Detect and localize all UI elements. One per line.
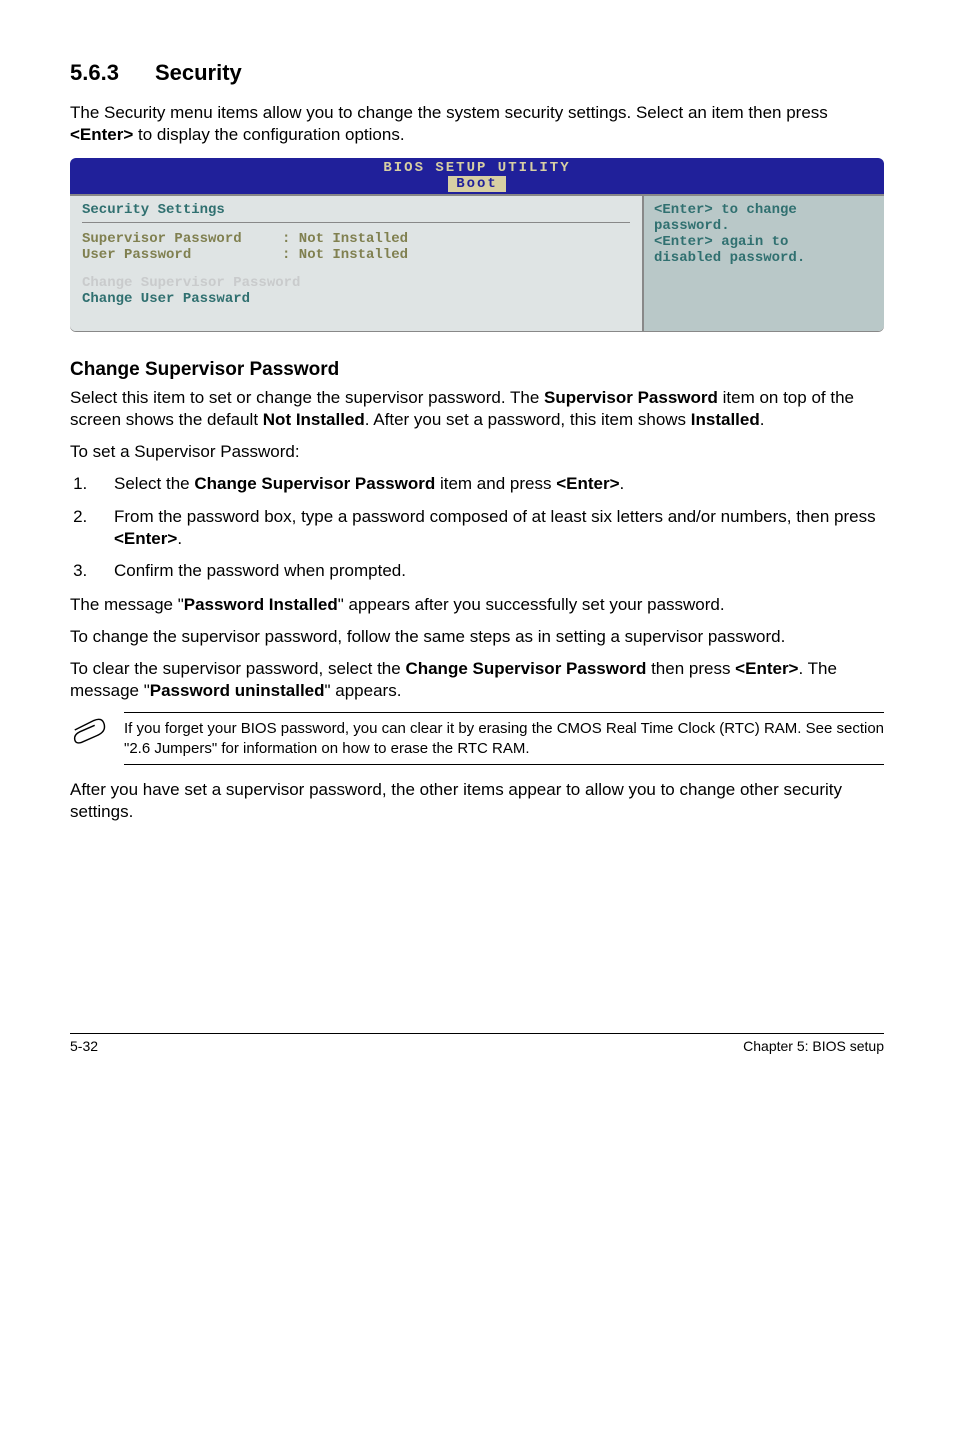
footer-chapter: Chapter 5: BIOS setup (743, 1038, 884, 1054)
section-title: Security (155, 60, 242, 85)
note-callout: If you forget your BIOS password, you ca… (70, 712, 884, 765)
paragraph-change-steps: To change the supervisor password, follo… (70, 626, 884, 648)
paragraph-to-set: To set a Supervisor Password: (70, 441, 884, 463)
step-3: Confirm the password when prompted. (92, 560, 884, 582)
paragraph-installed-msg: The message "Password Installed" appears… (70, 594, 884, 616)
bios-security-settings: Security Settings (82, 202, 630, 218)
intro-paragraph: The Security menu items allow you to cha… (70, 102, 884, 146)
paragraph-after-set: After you have set a supervisor password… (70, 779, 884, 823)
paragraph-describe: Select this item to set or change the su… (70, 387, 884, 431)
bios-titlebar: BIOS SETUP UTILITY Boot (70, 158, 884, 194)
step-2: From the password box, type a password c… (92, 506, 884, 550)
subheading-change-supervisor: Change Supervisor Password (70, 359, 884, 381)
step-1: Select the Change Supervisor Password it… (92, 473, 884, 495)
steps-list: Select the Change Supervisor Password it… (70, 473, 884, 581)
footer-page: 5-32 (70, 1038, 98, 1054)
bios-row-user: User Password: Not Installed (82, 247, 630, 263)
bios-tab-boot: Boot (448, 176, 506, 192)
bios-help-pane: <Enter> to change password. <Enter> agai… (644, 196, 884, 331)
paragraph-clear: To clear the supervisor password, select… (70, 658, 884, 702)
bios-screenshot: BIOS SETUP UTILITY Boot Security Setting… (70, 158, 884, 331)
bios-change-user: Change User Passward (82, 291, 630, 307)
bios-row-supervisor: Supervisor Password: Not Installed (82, 231, 630, 247)
bios-left-pane: Security Settings Supervisor Password: N… (70, 196, 644, 331)
bios-change-supervisor: Change Supervisor Password (82, 275, 630, 291)
paperclip-icon (70, 712, 124, 751)
section-heading: 5.6.3 Security (70, 60, 884, 86)
section-number: 5.6.3 (70, 60, 119, 85)
bios-title: BIOS SETUP UTILITY (70, 160, 884, 176)
note-text: If you forget your BIOS password, you ca… (124, 712, 884, 765)
page-footer: 5-32 Chapter 5: BIOS setup (70, 1033, 884, 1054)
